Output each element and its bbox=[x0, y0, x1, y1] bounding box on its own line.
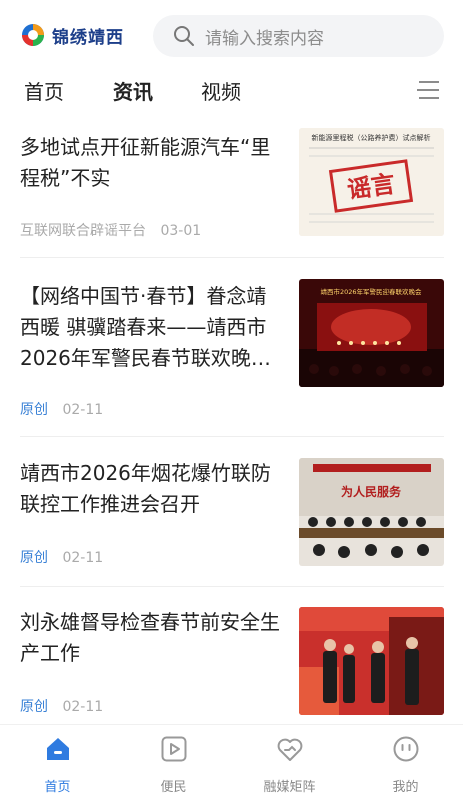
article-thumbnail: 为人民服务 bbox=[299, 458, 444, 566]
app-header: 锦绣靖西 请输入搜索内容 bbox=[0, 0, 463, 72]
app-title: 锦绣靖西 bbox=[52, 27, 124, 48]
original-badge: 原创 bbox=[20, 550, 48, 566]
list-item[interactable]: 多地试点开征新能源汽车“里程税”不实 互联网联合辟谣平台 03-01 新能源里程… bbox=[20, 128, 444, 258]
tab-home[interactable]: 首页 bbox=[24, 76, 64, 105]
heart-icon bbox=[277, 738, 303, 761]
nav-label: 便民 bbox=[160, 780, 187, 795]
search-bar[interactable]: 请输入搜索内容 bbox=[153, 15, 444, 57]
article-source: 互联网联合辟谣平台 bbox=[20, 223, 146, 239]
bottom-navigation: 首页 便民 融媒矩阵 我的 bbox=[0, 724, 463, 800]
nav-item-home[interactable]: 首页 bbox=[0, 725, 115, 800]
nav-label: 我的 bbox=[392, 780, 419, 795]
article-thumbnail: 靖西市2026年军警民迎春联欢晚会 bbox=[299, 279, 444, 387]
article-meta: 原创 02-11 bbox=[20, 696, 103, 716]
article-thumbnail: 新能源里程税（公路养护费）试点解析 谣言 bbox=[299, 128, 444, 236]
app-logo[interactable]: 锦绣靖西 bbox=[20, 22, 124, 48]
article-title: 【网络中国节·春节】眷念靖西暖 骐骥踏春来——靖西市2026年军警民春节联欢晚… bbox=[20, 284, 271, 370]
article-title: 刘永雄督导检查春节前安全生产工作 bbox=[20, 610, 280, 665]
nav-item-media-matrix[interactable]: 融媒矩阵 bbox=[232, 725, 347, 800]
article-date: 02-11 bbox=[62, 402, 104, 418]
article-meta: 原创 02-11 bbox=[20, 547, 103, 567]
article-date: 02-11 bbox=[62, 550, 104, 566]
article-meta: 互联网联合辟谣平台 03-01 bbox=[20, 220, 201, 240]
inspection-thumbnail-image bbox=[299, 607, 444, 715]
article-thumbnail bbox=[299, 607, 444, 715]
rumor-thumbnail-image: 新能源里程税（公路养护费）试点解析 谣言 bbox=[299, 128, 444, 236]
nav-label: 首页 bbox=[44, 780, 71, 795]
list-item[interactable]: 【网络中国节·春节】眷念靖西暖 骐骥踏春来——靖西市2026年军警民春节联欢晚…… bbox=[20, 279, 444, 437]
logo-icon bbox=[22, 24, 44, 46]
search-placeholder: 请输入搜索内容 bbox=[205, 28, 324, 49]
article-meta: 原创 02-11 bbox=[20, 399, 103, 419]
article-date: 03-01 bbox=[160, 223, 202, 239]
home-icon bbox=[47, 738, 69, 760]
list-item[interactable]: 刘永雄督导检查春节前安全生产工作 原创 02-11 bbox=[20, 607, 444, 719]
stage-thumbnail-image: 靖西市2026年军警民迎春联欢晚会 bbox=[299, 279, 444, 387]
thumb-heading: 新能源里程税（公路养护费）试点解析 bbox=[312, 133, 431, 142]
nav-label: 融媒矩阵 bbox=[263, 780, 316, 795]
smile-icon bbox=[393, 736, 419, 762]
tab-news[interactable]: 资讯 bbox=[113, 76, 153, 105]
original-badge: 原创 bbox=[20, 402, 48, 418]
nav-item-profile[interactable]: 我的 bbox=[348, 725, 463, 800]
category-tabs: 首页 资讯 视频 bbox=[0, 72, 463, 112]
article-date: 02-11 bbox=[62, 699, 104, 715]
list-item[interactable]: 靖西市2026年烟花爆竹联防联控工作推进会召开 原创 02-11 为人民服务 bbox=[20, 458, 444, 587]
search-icon bbox=[174, 26, 194, 46]
play-icon bbox=[161, 736, 187, 762]
thumb-heading: 靖西市2026年军警民迎春联欢晚会 bbox=[320, 287, 422, 296]
article-title: 靖西市2026年烟花爆竹联防联控工作推进会召开 bbox=[20, 461, 271, 516]
menu-icon[interactable] bbox=[415, 78, 441, 102]
nav-item-service[interactable]: 便民 bbox=[116, 725, 231, 800]
thumb-heading: 为人民服务 bbox=[341, 484, 402, 499]
article-title: 多地试点开征新能源汽车“里程税”不实 bbox=[20, 135, 271, 190]
meeting-thumbnail-image: 为人民服务 bbox=[299, 458, 444, 566]
original-badge: 原创 bbox=[20, 699, 48, 715]
tab-video[interactable]: 视频 bbox=[201, 76, 241, 105]
